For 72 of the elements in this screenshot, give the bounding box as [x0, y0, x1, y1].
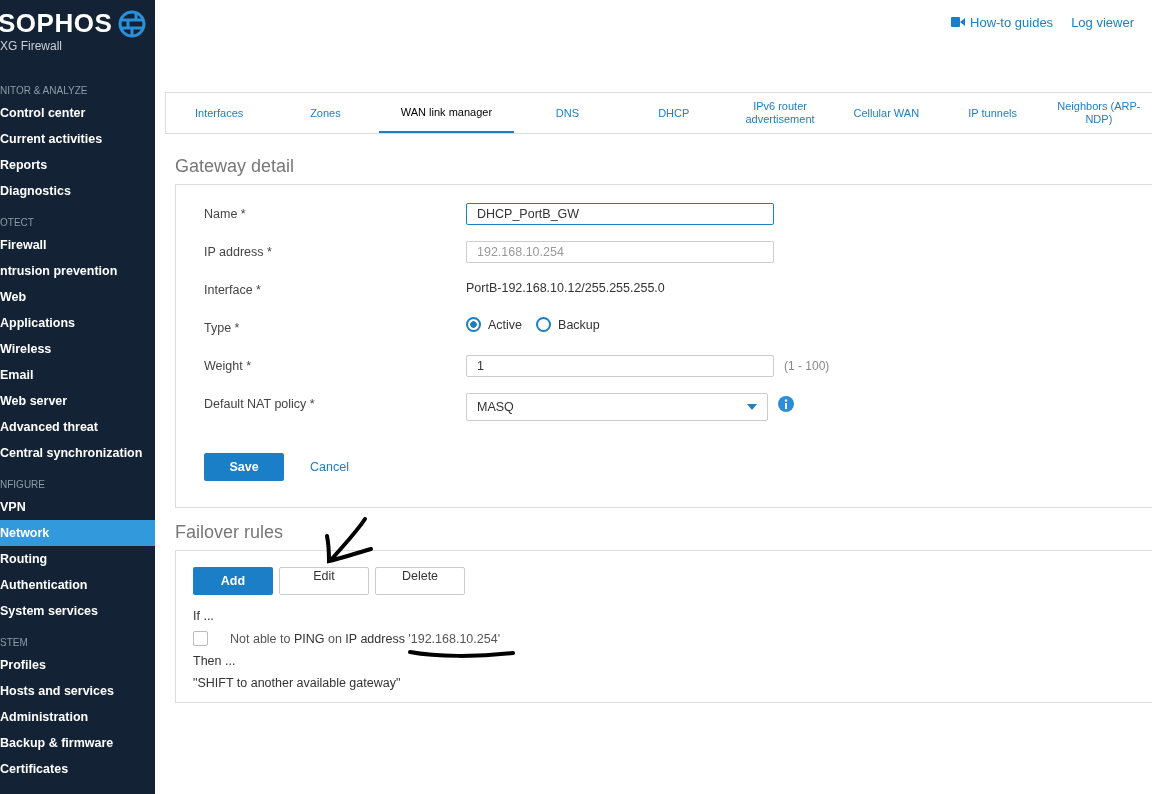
caret-icon [747, 404, 757, 410]
radio-icon[interactable] [466, 317, 481, 332]
sidebar-item[interactable]: Web server [0, 388, 155, 414]
field-label: Name * [204, 207, 247, 221]
tab[interactable]: DHCP [620, 93, 727, 133]
sidebar-item[interactable]: Central synchronization [0, 440, 155, 466]
text-field[interactable]: 1 [466, 355, 774, 377]
sidebar-item[interactable]: Wireless [0, 336, 155, 362]
sidebar-item[interactable]: VPN [0, 494, 155, 520]
radio-label: Backup [558, 317, 600, 332]
sidebar-item[interactable]: System services [0, 598, 155, 624]
sidebar-item[interactable]: Control center [0, 100, 155, 126]
sidebar-item[interactable]: Email [0, 362, 155, 388]
radio-label: Active [488, 317, 523, 332]
checkbox[interactable] [193, 631, 208, 646]
tab[interactable]: Neighbors (ARP-NDP) [1045, 93, 1152, 133]
if-label: If ... [193, 609, 215, 623]
field-label: Weight * [204, 359, 252, 373]
radio-option[interactable]: Backup [536, 317, 600, 332]
cancel-link[interactable]: Cancel [310, 460, 349, 474]
tab[interactable]: DNS [514, 93, 621, 133]
section-heading: STEM [0, 636, 29, 650]
tab[interactable]: IPv6 router advertisement [726, 93, 834, 133]
sidebar-item[interactable]: Reports [0, 152, 155, 178]
sidebar-item[interactable]: Routing [0, 546, 155, 572]
sidebar-item[interactable]: Applications [0, 310, 155, 336]
sidebar-item[interactable]: Administration [0, 704, 155, 730]
section-title: Failover rules [175, 522, 285, 543]
product-name: XG Firewall [0, 39, 63, 53]
range-hint: (1 - 100) [784, 359, 830, 373]
video-camera-icon [951, 17, 965, 27]
tab[interactable]: Zones [272, 93, 379, 133]
toolbar-button[interactable]: Edit [279, 567, 369, 595]
text-field[interactable]: DHCP_PortB_GW [466, 203, 774, 225]
field-label: Type * [204, 321, 241, 335]
section-title: Gateway detail [175, 156, 296, 177]
sidebar-item[interactable]: Certificates [0, 756, 155, 782]
section-heading: NITOR & ANALYZE [0, 84, 89, 98]
tab[interactable]: WAN link manager [378, 93, 515, 133]
interface-value: PortB-192.168.10.12/255.255.255.0 [466, 280, 665, 295]
section-heading: OTECT [0, 216, 35, 230]
sidebar-item[interactable]: Advanced threat [0, 414, 155, 440]
sidebar-item[interactable]: Firewall [0, 232, 155, 258]
field-label: Default NAT policy * [204, 397, 316, 411]
sidebar-item[interactable]: Web [0, 284, 155, 310]
info-icon[interactable] [778, 396, 794, 412]
tab[interactable]: Interfaces [166, 93, 273, 133]
sidebar-item[interactable]: Authentication [0, 572, 155, 598]
sidebar-item[interactable]: Diagnostics [0, 178, 155, 204]
sidebar-item[interactable]: Backup & firmware [0, 730, 155, 756]
section-heading: NFIGURE [0, 478, 46, 492]
tab[interactable]: Cellular WAN [833, 93, 940, 133]
tab[interactable]: IP tunnels [939, 93, 1046, 133]
log-viewer-link[interactable]: Log viewer [1071, 14, 1134, 30]
sidebar-item[interactable]: ntrusion prevention [0, 258, 155, 284]
rule-text: Not able to PING on IP address '192.168.10.254' [230, 631, 501, 646]
radio-icon[interactable] [536, 317, 552, 332]
save-button[interactable]: Save [204, 453, 284, 481]
toolbar-button[interactable]: Add [193, 567, 273, 595]
ip-address-field[interactable]: 192.168.10.254 [466, 241, 774, 263]
sidebar-item[interactable]: Hosts and services [0, 678, 155, 704]
sidebar-item[interactable]: Current activities [0, 126, 155, 152]
how-to-guides-link[interactable]: How-to guides [951, 14, 1054, 30]
globe-icon [118, 9, 147, 38]
then-label: Then ... [193, 654, 237, 668]
field-label: IP address * [204, 245, 273, 259]
toolbar-button[interactable]: Delete [375, 567, 465, 595]
field-label: Interface * [204, 283, 262, 297]
action-text: "SHIFT to another available gateway" [193, 676, 402, 690]
nat-policy-dropdown[interactable]: MASQ [466, 393, 768, 421]
sidebar-item[interactable]: Profiles [0, 652, 155, 678]
radio-option[interactable]: Active [466, 317, 523, 332]
